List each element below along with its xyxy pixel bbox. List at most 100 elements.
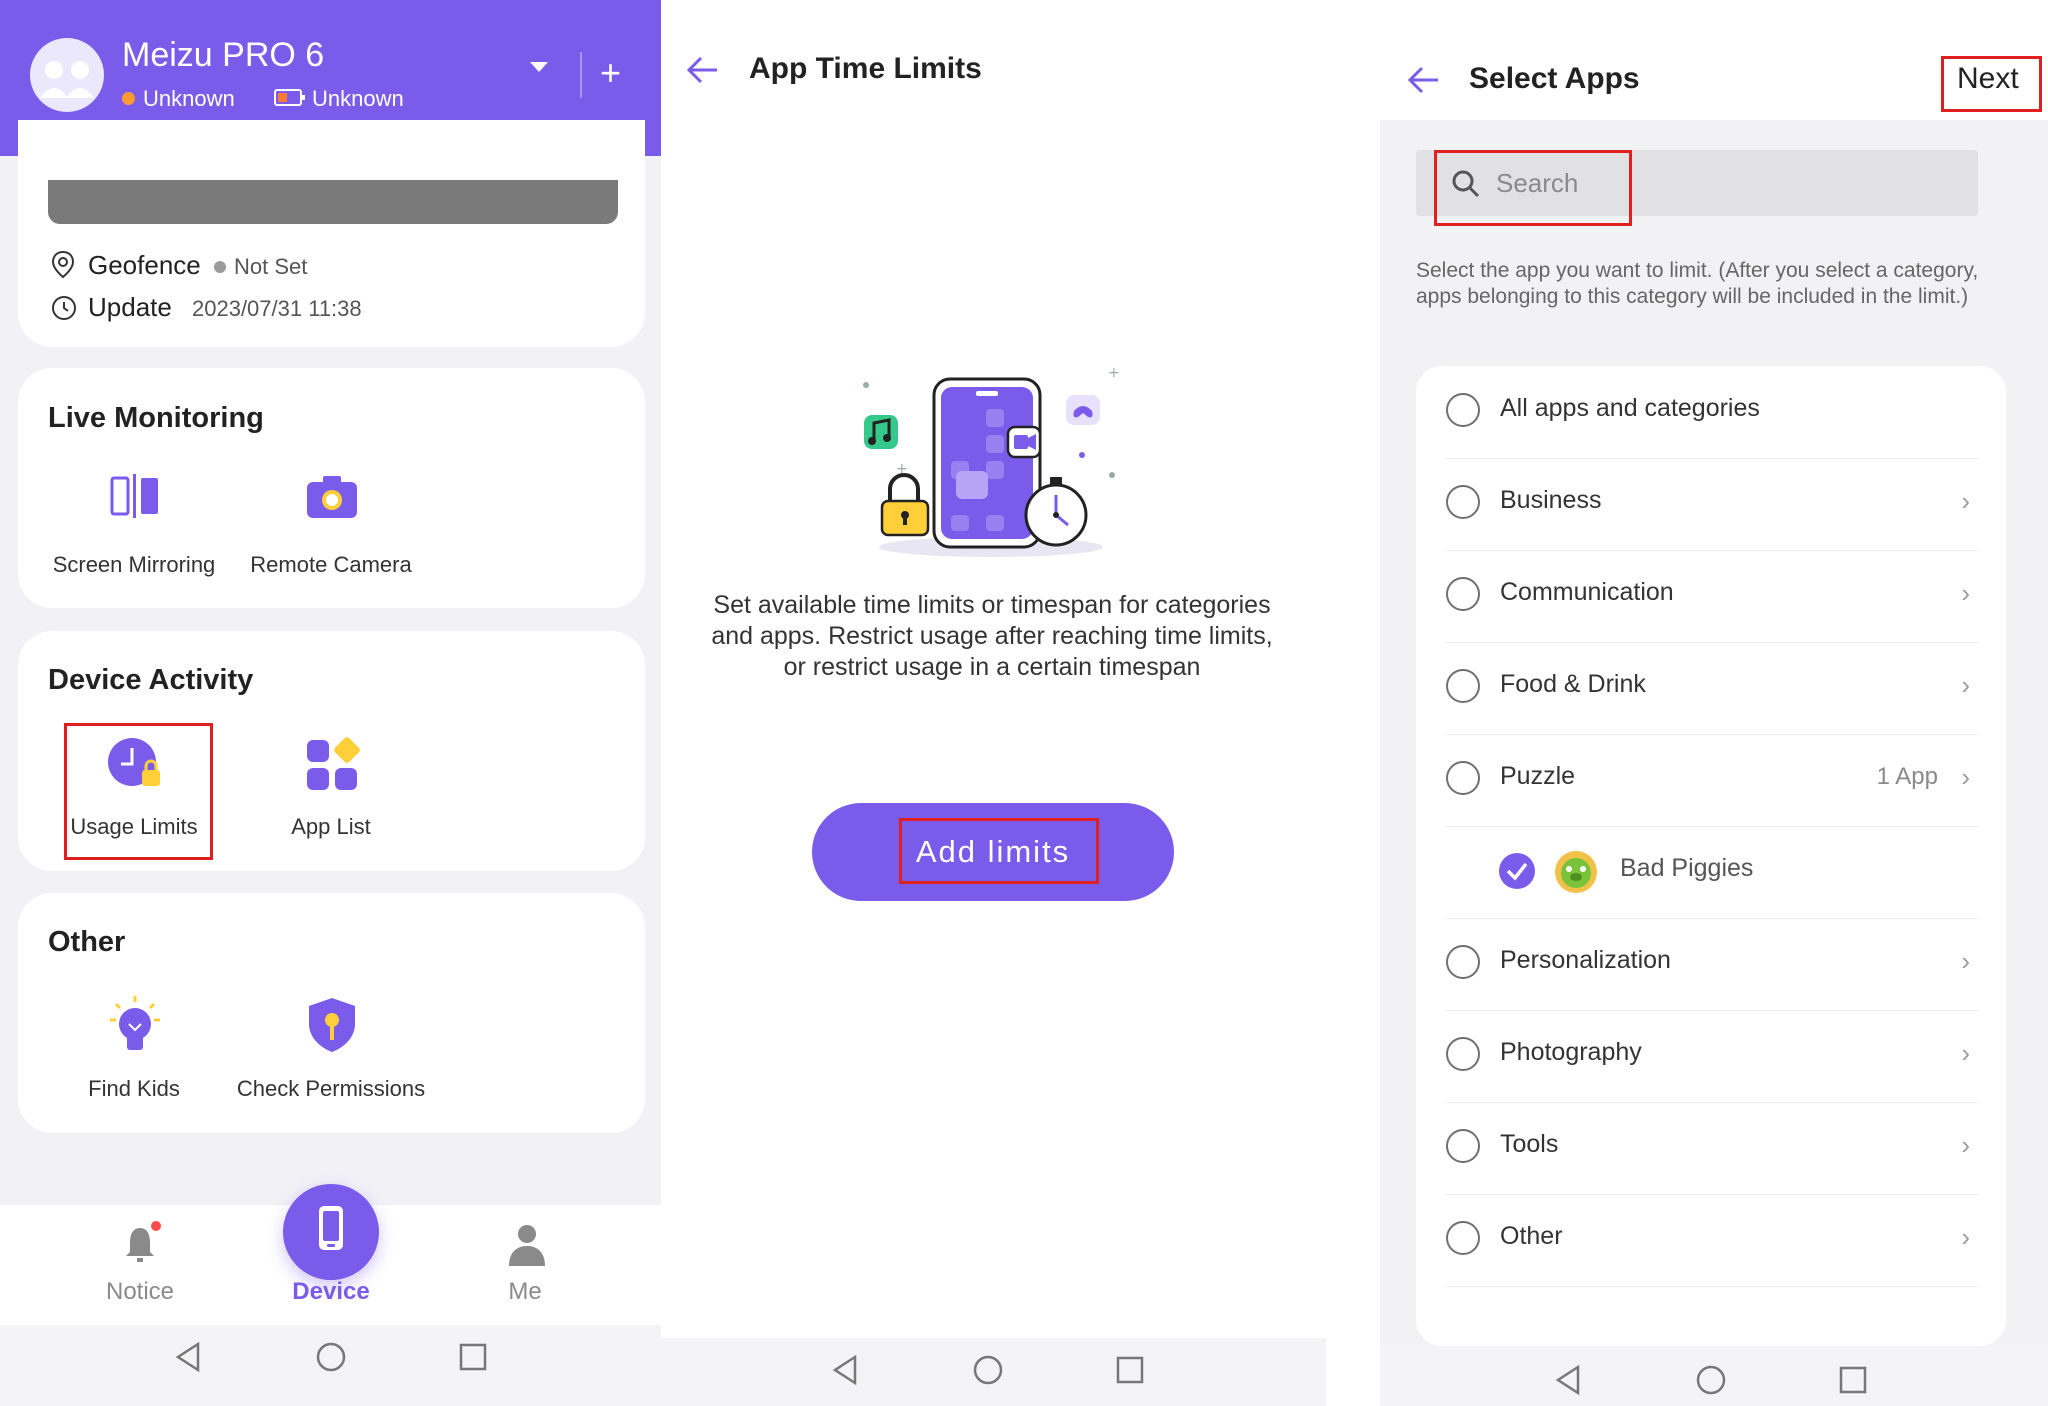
nav-me[interactable]: Me <box>465 1220 585 1310</box>
app-list-label: App List <box>291 814 371 839</box>
remote-camera-label: Remote Camera <box>250 552 412 577</box>
other-title: Other <box>48 926 126 958</box>
category-list: All apps and categories Business › Commu… <box>1416 366 2006 1346</box>
live-monitoring-title: Live Monitoring <box>48 402 264 434</box>
chevron-right-icon[interactable]: › <box>1961 946 1970 977</box>
chevron-right-icon[interactable]: › <box>1961 670 1970 701</box>
radio-button[interactable] <box>1446 1221 1480 1255</box>
remote-camera-button[interactable]: Remote Camera <box>231 470 431 590</box>
nav-me-label: Me <box>508 1278 542 1305</box>
camera-icon <box>307 476 357 518</box>
app-list-button[interactable]: App List <box>231 730 431 860</box>
next-highlight <box>1941 56 2042 112</box>
list-item-food-drink[interactable]: Food & Drink › <box>1446 642 1978 735</box>
phone-icon <box>319 1206 343 1250</box>
nav-device-fab[interactable] <box>283 1184 379 1280</box>
select-apps-panel: Select Apps Next Search Select the app y… <box>1326 0 2048 1406</box>
check-permissions-button[interactable]: Check Permissions <box>231 992 431 1112</box>
status-dot <box>122 92 135 105</box>
recents-nav-icon[interactable] <box>456 1340 490 1374</box>
update-timestamp: 2023/07/31 11:38 <box>192 296 362 321</box>
home-nav-icon[interactable] <box>314 1340 348 1374</box>
back-nav-icon[interactable] <box>1552 1363 1586 1397</box>
radio-button[interactable] <box>1446 669 1480 703</box>
recents-nav-icon[interactable] <box>1836 1363 1870 1397</box>
nav-notice[interactable]: Notice <box>80 1220 200 1310</box>
svg-text:+: + <box>896 461 908 477</box>
device-avatar[interactable] <box>30 38 104 112</box>
bell-icon <box>126 1221 161 1262</box>
find-kids-button[interactable]: Find Kids <box>34 992 234 1112</box>
search-highlight <box>1434 150 1632 226</box>
screen-mirroring-button[interactable]: Screen Mirroring <box>34 470 234 590</box>
radio-button[interactable] <box>1446 761 1480 795</box>
list-item-label: Bad Piggies <box>1620 854 1754 882</box>
chevron-right-icon[interactable]: › <box>1961 1038 1970 1069</box>
lightbulb-icon <box>110 996 160 1050</box>
chevron-right-icon[interactable]: › <box>1961 1222 1970 1253</box>
list-item-tools[interactable]: Tools › <box>1446 1102 1978 1195</box>
app-time-limits-panel: App Time Limits + + Set available time l… <box>661 0 1326 1406</box>
list-item-communication[interactable]: Communication › <box>1446 550 1978 643</box>
chevron-right-icon[interactable]: › <box>1961 1130 1970 1161</box>
battery-status: Unknown <box>274 86 404 112</box>
header-divider <box>580 52 582 98</box>
location-status-text: Unknown <box>143 86 235 111</box>
back-arrow-icon[interactable] <box>1406 64 1442 96</box>
device-dropdown-icon[interactable] <box>530 62 548 72</box>
chevron-right-icon[interactable]: › <box>1961 762 1970 793</box>
map-preview-bar[interactable] <box>48 180 618 224</box>
page-title: App Time Limits <box>749 52 982 85</box>
list-item-all-apps[interactable]: All apps and categories <box>1446 366 1978 459</box>
chevron-right-icon[interactable]: › <box>1961 486 1970 517</box>
list-item-bad-piggies[interactable]: Bad Piggies <box>1446 826 1978 919</box>
location-status: Unknown <box>122 86 235 112</box>
list-item-label: All apps and categories <box>1500 394 1760 422</box>
list-item-business[interactable]: Business › <box>1446 458 1978 551</box>
time-limits-description: Set available time limits or timespan fo… <box>711 591 1273 681</box>
recents-nav-icon[interactable] <box>1113 1353 1147 1387</box>
list-item-photography[interactable]: Photography › <box>1446 1010 1978 1103</box>
back-nav-icon[interactable] <box>829 1353 863 1387</box>
nav-device-label[interactable]: Device <box>271 1278 391 1306</box>
radio-button[interactable] <box>1446 577 1480 611</box>
geofence-status[interactable]: Not Set <box>214 254 307 280</box>
check-permissions-label: Check Permissions <box>236 1076 426 1101</box>
device-dashboard-panel: Meizu PRO 6 Unknown Unknown + Geofence N… <box>0 0 661 1406</box>
back-arrow-icon[interactable] <box>685 54 721 86</box>
clock-icon <box>52 296 76 320</box>
select-apps-hint: Select the app you want to limit. (After… <box>1416 259 1979 308</box>
list-item-label: Food & Drink <box>1500 670 1646 698</box>
back-nav-icon[interactable] <box>172 1340 206 1374</box>
radio-button[interactable] <box>1446 1037 1480 1071</box>
home-nav-icon[interactable] <box>1694 1363 1728 1397</box>
radio-button[interactable] <box>1446 485 1480 519</box>
add-device-button[interactable]: + <box>600 55 621 91</box>
radio-button[interactable] <box>1446 1129 1480 1163</box>
usage-limits-highlight <box>64 723 213 860</box>
checked-checkbox-icon[interactable] <box>1498 852 1536 890</box>
device-activity-title: Device Activity <box>48 664 254 696</box>
screen-mirroring-icon <box>110 474 158 518</box>
list-item-label: Business <box>1500 486 1602 514</box>
list-item-label: Personalization <box>1500 946 1671 974</box>
radio-button[interactable] <box>1446 393 1480 427</box>
list-item-other[interactable]: Other › <box>1446 1194 1978 1287</box>
home-nav-icon[interactable] <box>971 1353 1005 1387</box>
avatar-icon <box>40 61 94 98</box>
chevron-right-icon[interactable]: › <box>1961 578 1970 609</box>
page-title: Select Apps <box>1469 62 1640 95</box>
radio-button[interactable] <box>1446 945 1480 979</box>
profile-icon <box>509 1225 545 1266</box>
bad-piggies-app-icon <box>1555 851 1597 893</box>
battery-status-text: Unknown <box>312 86 404 111</box>
list-item-personalization[interactable]: Personalization › <box>1446 918 1978 1011</box>
shield-icon <box>309 998 355 1052</box>
app-count-badge: 1 App <box>1876 763 1938 790</box>
location-pin-icon <box>51 250 75 279</box>
add-limits-highlight <box>899 818 1099 884</box>
battery-icon <box>274 89 305 106</box>
list-item-puzzle[interactable]: Puzzle 1 App › <box>1446 734 1978 827</box>
geofence-label: Geofence <box>88 250 201 280</box>
geofence-value: Not Set <box>234 254 308 279</box>
